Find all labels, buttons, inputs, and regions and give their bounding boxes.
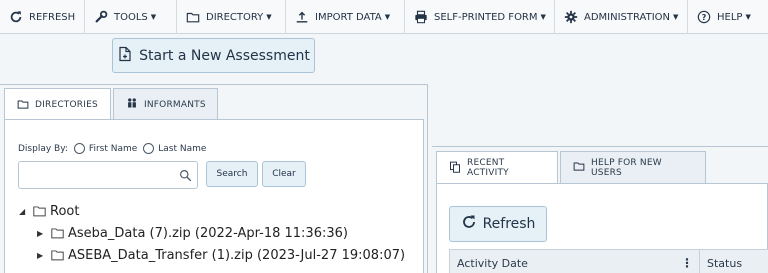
tab-help-for-new-users[interactable]: HELP FOR NEW USERS <box>560 151 706 183</box>
tree-root[interactable]: ◢ Root <box>19 200 405 222</box>
toolbar-administration-label: ADMINISTRATION <box>584 11 671 23</box>
toolbar-self-printed-label: SELF-PRINTED FORM <box>434 11 538 23</box>
toolbar-import-data[interactable]: IMPORT DATA ▼ <box>286 0 405 34</box>
left-tabs: DIRECTORIES INFORMANTS <box>4 88 218 121</box>
toolbar-import-label: IMPORT DATA <box>315 11 382 23</box>
folder-icon <box>186 10 200 24</box>
recent-activity-panel: Refresh Activity Date ⋮ Status <box>436 183 768 273</box>
folder-icon <box>17 98 35 113</box>
column-status-label: Status <box>707 256 743 270</box>
column-activity-date-label: Activity Date <box>457 256 528 270</box>
toolbar-directory[interactable]: DIRECTORY ▼ <box>177 0 286 34</box>
expand-icon[interactable]: ▶ <box>37 229 51 238</box>
folder-icon <box>51 250 64 261</box>
chevron-down-icon: ▼ <box>540 13 546 21</box>
clear-button[interactable]: Clear <box>262 161 306 187</box>
chevron-down-icon: ▼ <box>266 13 272 21</box>
main-toolbar: REFRESH TOOLS ▼ DIRECTORY ▼ IMPORT DATA … <box>0 0 768 34</box>
toolbar-directory-label: DIRECTORY <box>206 11 264 23</box>
upload-icon <box>295 10 309 24</box>
toolbar-tools[interactable]: TOOLS ▼ <box>85 0 177 34</box>
activity-refresh-label: Refresh <box>482 216 536 232</box>
column-header-activity-date[interactable]: Activity Date ⋮ <box>450 250 700 273</box>
question-icon: ? <box>697 10 711 24</box>
directories-panel: Display By: First Name Last Name Search … <box>4 119 424 273</box>
search-icon <box>180 170 192 182</box>
expand-icon[interactable]: ▶ <box>37 251 51 260</box>
toolbar-help-label: HELP <box>717 11 743 23</box>
tab-recent-activity-label: RECENT ACTIVITY <box>467 158 509 178</box>
toolbar-refresh[interactable]: REFRESH <box>0 0 85 34</box>
tree-item[interactable]: ▶ Aseba_Data (7).zip (2022-Apr-18 11:36:… <box>19 222 405 244</box>
collapse-icon[interactable]: ◢ <box>19 207 33 216</box>
toolbar-help[interactable]: ? HELP ▼ <box>688 0 768 34</box>
svg-text:?: ? <box>702 13 707 22</box>
chevron-down-icon: ▼ <box>745 13 751 21</box>
activity-table-header: Activity Date ⋮ Status <box>449 249 768 273</box>
tree-root-label: Root <box>50 203 80 219</box>
chevron-down-icon: ▼ <box>384 13 391 21</box>
display-by-options: Display By: First Name Last Name <box>18 143 206 154</box>
tree-item-label: Aseba_Data (7).zip (2022-Apr-18 11:36:36… <box>68 225 348 241</box>
gear-icon <box>564 10 578 24</box>
printer-icon <box>414 10 428 24</box>
chevron-down-icon: ▼ <box>150 13 157 21</box>
wrench-icon <box>94 10 108 24</box>
tab-recent-activity[interactable]: RECENT ACTIVITY <box>436 151 558 184</box>
tab-informants-label: INFORMANTS <box>144 99 206 110</box>
tab-help-new-users-label: HELP FOR NEW USERS <box>591 157 662 178</box>
search-button-label: Search <box>216 169 248 179</box>
radio-last-name[interactable] <box>143 143 155 154</box>
directory-tree: ◢ Root ▶ Aseba_Data (7).zip (2022-Apr-18… <box>19 200 405 266</box>
refresh-icon <box>461 214 483 234</box>
tree-item[interactable]: ▶ ASEBA_Data_Transfer (1).zip (2023-Jul-… <box>19 244 405 266</box>
tab-directories-label: DIRECTORIES <box>35 100 98 110</box>
toolbar-refresh-label: REFRESH <box>29 11 76 23</box>
tree-item-label: ASEBA_Data_Transfer (1).zip (2023-Jul-27… <box>68 247 406 263</box>
toolbar-tools-label: TOOLS <box>114 11 148 23</box>
people-icon <box>126 97 144 112</box>
activity-refresh-button[interactable]: Refresh <box>449 206 547 242</box>
folder-icon <box>51 228 64 239</box>
display-by-label: Display By: <box>18 143 68 154</box>
new-document-icon <box>117 46 139 66</box>
tab-informants[interactable]: INFORMANTS <box>113 88 218 120</box>
search-button[interactable]: Search <box>206 161 258 187</box>
folder-icon <box>573 160 591 175</box>
clear-button-label: Clear <box>272 169 296 179</box>
start-new-assessment-label: Start a New Assessment <box>139 47 310 64</box>
column-menu-icon[interactable]: ⋮ <box>681 256 693 270</box>
chevron-down-icon: ▼ <box>673 13 679 21</box>
refresh-icon <box>9 10 23 24</box>
toolbar-administration[interactable]: ADMINISTRATION ▼ <box>555 0 688 34</box>
folder-icon <box>33 206 46 217</box>
start-new-assessment-button[interactable]: Start a New Assessment <box>112 38 315 73</box>
search-input[interactable] <box>18 161 198 189</box>
toolbar-self-printed-form[interactable]: SELF-PRINTED FORM ▼ <box>405 0 555 34</box>
radio-first-name-label: First Name <box>88 143 138 154</box>
radio-first-name[interactable] <box>73 143 85 154</box>
tab-directories[interactable]: DIRECTORIES <box>4 88 111 121</box>
radio-last-name-label: Last Name <box>158 143 207 154</box>
copy-icon <box>449 161 467 176</box>
column-header-status[interactable]: Status <box>700 250 742 273</box>
right-tabs: RECENT ACTIVITY HELP FOR NEW USERS <box>436 151 706 184</box>
